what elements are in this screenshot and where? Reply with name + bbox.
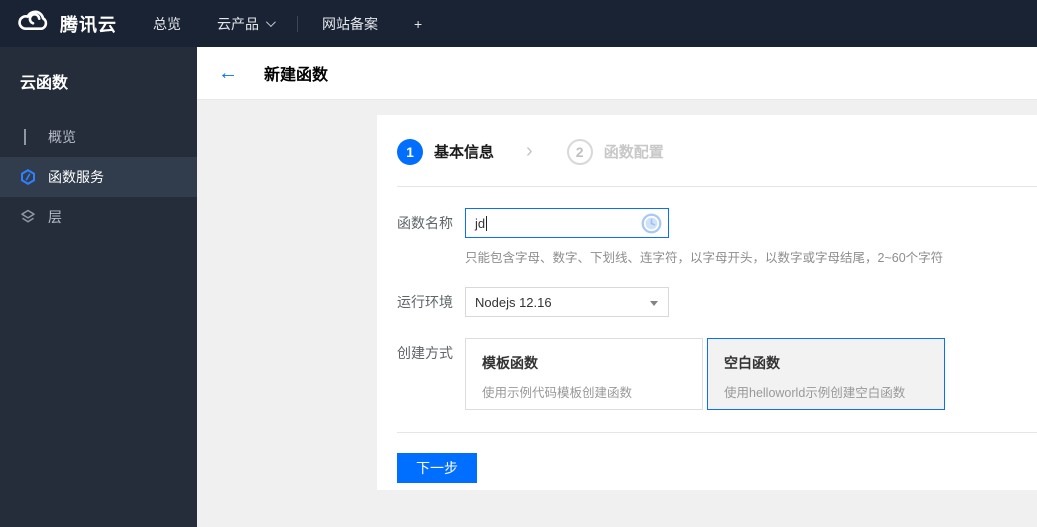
form-actions: 下一步 bbox=[377, 433, 1037, 483]
function-name-value: jd bbox=[475, 215, 486, 231]
option-title: 模板函数 bbox=[482, 355, 538, 371]
topbar: 腾讯云 总览 云产品 网站备案 + bbox=[0, 0, 1037, 47]
function-service-icon bbox=[20, 169, 36, 185]
tencent-cloud-console: 腾讯云 总览 云产品 网站备案 + 云函数 概览 函数服务 层 ← 新建函数 1… bbox=[0, 0, 1037, 527]
brand-home-link[interactable]: 腾讯云 bbox=[0, 9, 135, 38]
sidebar-item-overview[interactable]: 概览 bbox=[0, 117, 197, 157]
plus-icon: + bbox=[414, 15, 423, 32]
function-name-input[interactable]: jd bbox=[465, 208, 669, 238]
nav-cloud-products-label: 云产品 bbox=[217, 15, 259, 32]
nav-cloud-products[interactable]: 云产品 bbox=[199, 0, 291, 47]
clock-pending-icon bbox=[641, 213, 662, 239]
nav-icp-filing[interactable]: 网站备案 bbox=[304, 0, 396, 47]
step-chevron-icon: › bbox=[526, 139, 533, 162]
chevron-down-icon bbox=[265, 17, 276, 28]
top-navigation: 总览 云产品 网站备案 + bbox=[135, 0, 440, 47]
function-name-row: 函数名称 jd 只能包含字母、数字、下划线、连字符，以字母开头，以数字或字母结尾… bbox=[397, 208, 1037, 266]
runtime-selected-value: Nodejs 12.16 bbox=[475, 294, 552, 310]
layers-icon bbox=[20, 209, 36, 225]
tencent-cloud-logo-icon bbox=[16, 9, 50, 38]
create-function-card: 1 基本信息 › 2 函数配置 函数名称 jd 只能包含字母、数字、下划线、连字… bbox=[377, 115, 1037, 490]
add-product-tab-button[interactable]: + bbox=[396, 0, 440, 47]
function-name-label: 函数名称 bbox=[397, 215, 453, 231]
option-description: 使用helloworld示例创建空白函数 bbox=[724, 386, 906, 400]
option-description: 使用示例代码模板创建函数 bbox=[482, 386, 633, 400]
sidebar-item-label: 概览 bbox=[48, 129, 76, 145]
sidebar-menu: 概览 函数服务 层 bbox=[0, 117, 197, 237]
runtime-label: 运行环境 bbox=[397, 294, 453, 310]
sidebar: 云函数 概览 函数服务 层 bbox=[0, 47, 197, 527]
step-function-config: 2 函数配置 bbox=[566, 138, 664, 165]
function-name-hint: 只能包含字母、数字、下划线、连字符，以字母开头，以数字或字母结尾，2~60个字符 bbox=[465, 251, 944, 265]
creation-method-row: 创建方式 模板函数 使用示例代码模板创建函数 空白函数 使用helloworld… bbox=[397, 338, 1037, 410]
page-header: ← 新建函数 bbox=[197, 47, 1037, 100]
nav-overview-label: 总览 bbox=[153, 15, 181, 32]
runtime-row: 运行环境 Nodejs 12.16 bbox=[397, 287, 1037, 317]
step-basic-info: 1 基本信息 bbox=[397, 138, 495, 165]
next-step-button[interactable]: 下一步 bbox=[397, 453, 477, 483]
nav-divider bbox=[297, 15, 298, 32]
option-blank-function[interactable]: 空白函数 使用helloworld示例创建空白函数 bbox=[707, 338, 945, 410]
runtime-select[interactable]: Nodejs 12.16 bbox=[465, 287, 669, 317]
wizard-steps: 1 基本信息 › 2 函数配置 bbox=[377, 115, 1037, 165]
step-number-badge: 1 bbox=[397, 138, 423, 165]
sidebar-item-label: 层 bbox=[48, 209, 62, 225]
step-label: 函数配置 bbox=[603, 144, 664, 161]
nav-icp-filing-label: 网站备案 bbox=[322, 15, 378, 32]
back-button[interactable]: ← bbox=[218, 63, 238, 83]
sidebar-item-layers[interactable]: 层 bbox=[0, 197, 197, 237]
sidebar-item-function-service[interactable]: 函数服务 bbox=[0, 157, 197, 197]
option-title: 空白函数 bbox=[724, 355, 780, 371]
text-caret bbox=[486, 215, 488, 231]
creation-method-label: 创建方式 bbox=[397, 345, 453, 361]
sidebar-item-label: 函数服务 bbox=[48, 169, 104, 185]
content-area: 1 基本信息 › 2 函数配置 函数名称 jd 只能包含字母、数字、下划线、连字… bbox=[197, 100, 1037, 527]
creation-method-options: 模板函数 使用示例代码模板创建函数 空白函数 使用helloworld示例创建空… bbox=[465, 338, 949, 410]
sidebar-title: 云函数 bbox=[20, 75, 69, 92]
step-number-badge: 2 bbox=[566, 138, 593, 165]
page-title: 新建函数 bbox=[264, 67, 329, 84]
grid-icon bbox=[20, 129, 36, 145]
brand-name: 腾讯云 bbox=[60, 14, 117, 35]
select-caret-icon bbox=[650, 301, 658, 306]
step-label: 基本信息 bbox=[434, 144, 495, 161]
option-template-function[interactable]: 模板函数 使用示例代码模板创建函数 bbox=[465, 338, 703, 410]
basic-info-form: 函数名称 jd 只能包含字母、数字、下划线、连字符，以字母开头，以数字或字母结尾… bbox=[377, 187, 1037, 410]
nav-overview[interactable]: 总览 bbox=[135, 0, 199, 47]
